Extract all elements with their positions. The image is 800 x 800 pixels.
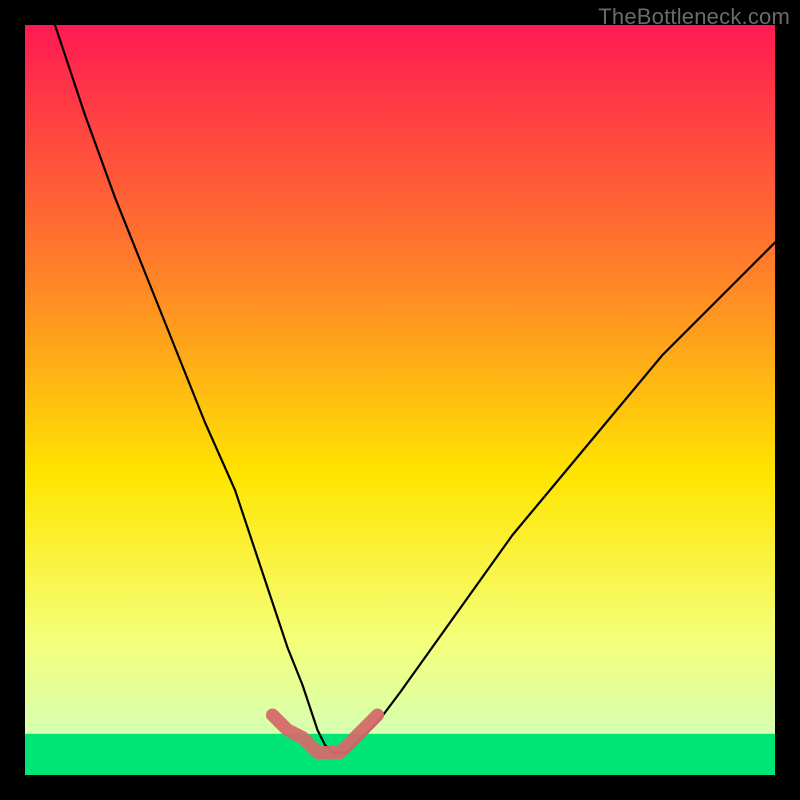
watermark-text: TheBottleneck.com <box>598 4 790 30</box>
plot-area <box>25 25 775 775</box>
green-bottom-band <box>25 734 775 775</box>
bottleneck-chart-svg <box>25 25 775 775</box>
gradient-background <box>25 25 775 775</box>
chart-frame: TheBottleneck.com <box>0 0 800 800</box>
